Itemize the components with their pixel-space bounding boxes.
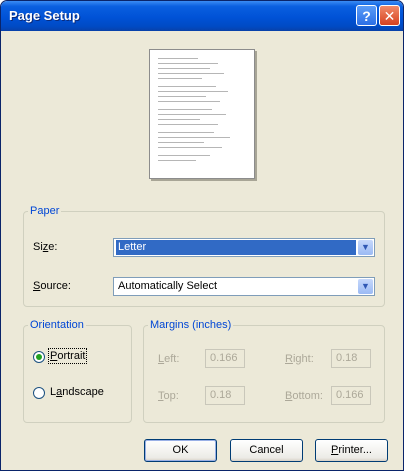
window-title: Page Setup [9,8,80,23]
landscape-label[interactable]: Landscape [50,386,104,398]
printer-button[interactable]: Printer... [315,439,388,462]
page-preview [149,49,255,179]
left-margin-label: Left: [158,353,180,365]
cancel-button[interactable]: Cancel [230,439,303,462]
page-setup-dialog: Page Setup ? ✕ Paper Size: Letter ▼ Sour… [0,0,404,471]
landscape-radio[interactable] [33,387,45,399]
source-label: Source: [33,280,71,292]
margins-group: Margins (inches) [143,319,385,423]
chevron-down-icon[interactable]: ▼ [358,279,373,294]
ok-button[interactable]: OK [144,439,217,462]
radio-selected-dot [36,354,42,360]
left-margin-field[interactable]: 0.166 [205,349,245,368]
right-margin-field[interactable]: 0.18 [331,349,371,368]
bottom-margin-field[interactable]: 0.166 [331,386,371,405]
size-select[interactable]: Letter ▼ [113,238,375,257]
help-icon[interactable]: ? [356,5,377,26]
top-margin-field[interactable]: 0.18 [205,386,245,405]
top-margin-label: Top: [158,390,179,402]
chevron-down-icon[interactable]: ▼ [358,240,373,255]
title-bar: Page Setup ? ✕ [1,1,403,31]
portrait-label[interactable]: Portrait [47,348,88,364]
portrait-radio[interactable] [33,351,45,363]
close-icon[interactable]: ✕ [379,5,400,26]
bottom-margin-label: Bottom: [285,390,323,402]
source-select[interactable]: Automatically Select ▼ [113,277,375,296]
size-label: Size: [33,241,58,253]
size-select-value: Letter [116,240,356,255]
source-select-value: Automatically Select [118,280,218,292]
margins-legend: Margins (inches) [150,319,232,331]
paper-legend: Paper [30,205,60,217]
orientation-legend: Orientation [30,319,84,331]
orientation-group: Orientation [23,319,132,423]
right-margin-label: Right: [285,353,314,365]
